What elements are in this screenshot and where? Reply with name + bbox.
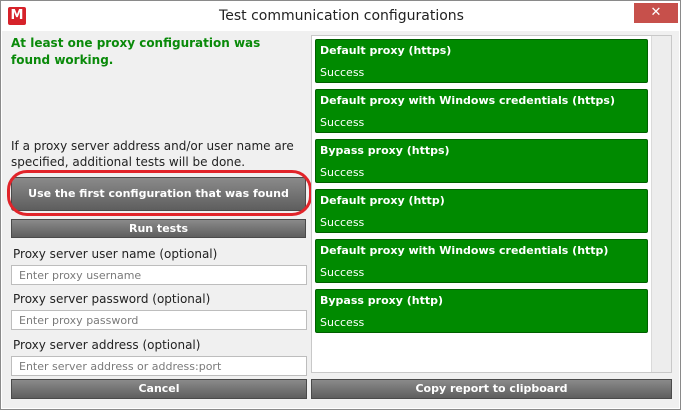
run-tests-button[interactable]: Run tests bbox=[11, 219, 306, 238]
result-status: Success bbox=[320, 166, 365, 179]
cancel-button[interactable]: Cancel bbox=[11, 379, 307, 399]
title-bar: M Test communication configurations ✕ bbox=[1, 1, 680, 31]
address-input[interactable] bbox=[11, 356, 307, 376]
info-text: If a proxy server address and/or user na… bbox=[11, 139, 294, 169]
username-input[interactable] bbox=[11, 265, 307, 285]
result-title: Default proxy (http) bbox=[320, 194, 445, 207]
result-card: Default proxy (http) Success bbox=[315, 189, 648, 233]
use-first-configuration-button[interactable]: Use the first configuration that was fou… bbox=[11, 177, 306, 211]
result-card: Default proxy with Windows credentials (… bbox=[315, 239, 648, 283]
result-status: Success bbox=[320, 266, 365, 279]
result-status: Success bbox=[320, 66, 365, 79]
result-status: Success bbox=[320, 316, 365, 329]
result-title: Default proxy with Windows credentials (… bbox=[320, 94, 615, 107]
results-list: Default proxy (https) Success Default pr… bbox=[311, 35, 672, 373]
results-scrollbar[interactable] bbox=[651, 36, 671, 372]
dialog-content: At least one proxy configuration was fou… bbox=[2, 31, 679, 408]
close-button[interactable]: ✕ bbox=[634, 3, 678, 23]
password-label: Proxy server password (optional) bbox=[13, 292, 211, 306]
password-input[interactable] bbox=[11, 310, 307, 330]
status-message: At least one proxy configuration was fou… bbox=[11, 36, 261, 67]
window-title: Test communication configurations bbox=[219, 8, 464, 24]
result-title: Bypass proxy (http) bbox=[320, 294, 444, 307]
result-card: Bypass proxy (http) Success bbox=[315, 289, 648, 333]
result-status: Success bbox=[320, 116, 365, 129]
result-title: Default proxy (https) bbox=[320, 44, 452, 57]
result-title: Bypass proxy (https) bbox=[320, 144, 450, 157]
result-status: Success bbox=[320, 216, 365, 229]
result-card: Default proxy (https) Success bbox=[315, 39, 648, 83]
username-label: Proxy server user name (optional) bbox=[13, 247, 218, 261]
result-card: Bypass proxy (https) Success bbox=[315, 139, 648, 183]
address-label: Proxy server address (optional) bbox=[13, 338, 201, 352]
copy-report-button[interactable]: Copy report to clipboard bbox=[311, 379, 672, 399]
result-card: Default proxy with Windows credentials (… bbox=[315, 89, 648, 133]
dialog-window: M Test communication configurations ✕ At… bbox=[0, 0, 681, 410]
result-title: Default proxy with Windows credentials (… bbox=[320, 244, 609, 257]
